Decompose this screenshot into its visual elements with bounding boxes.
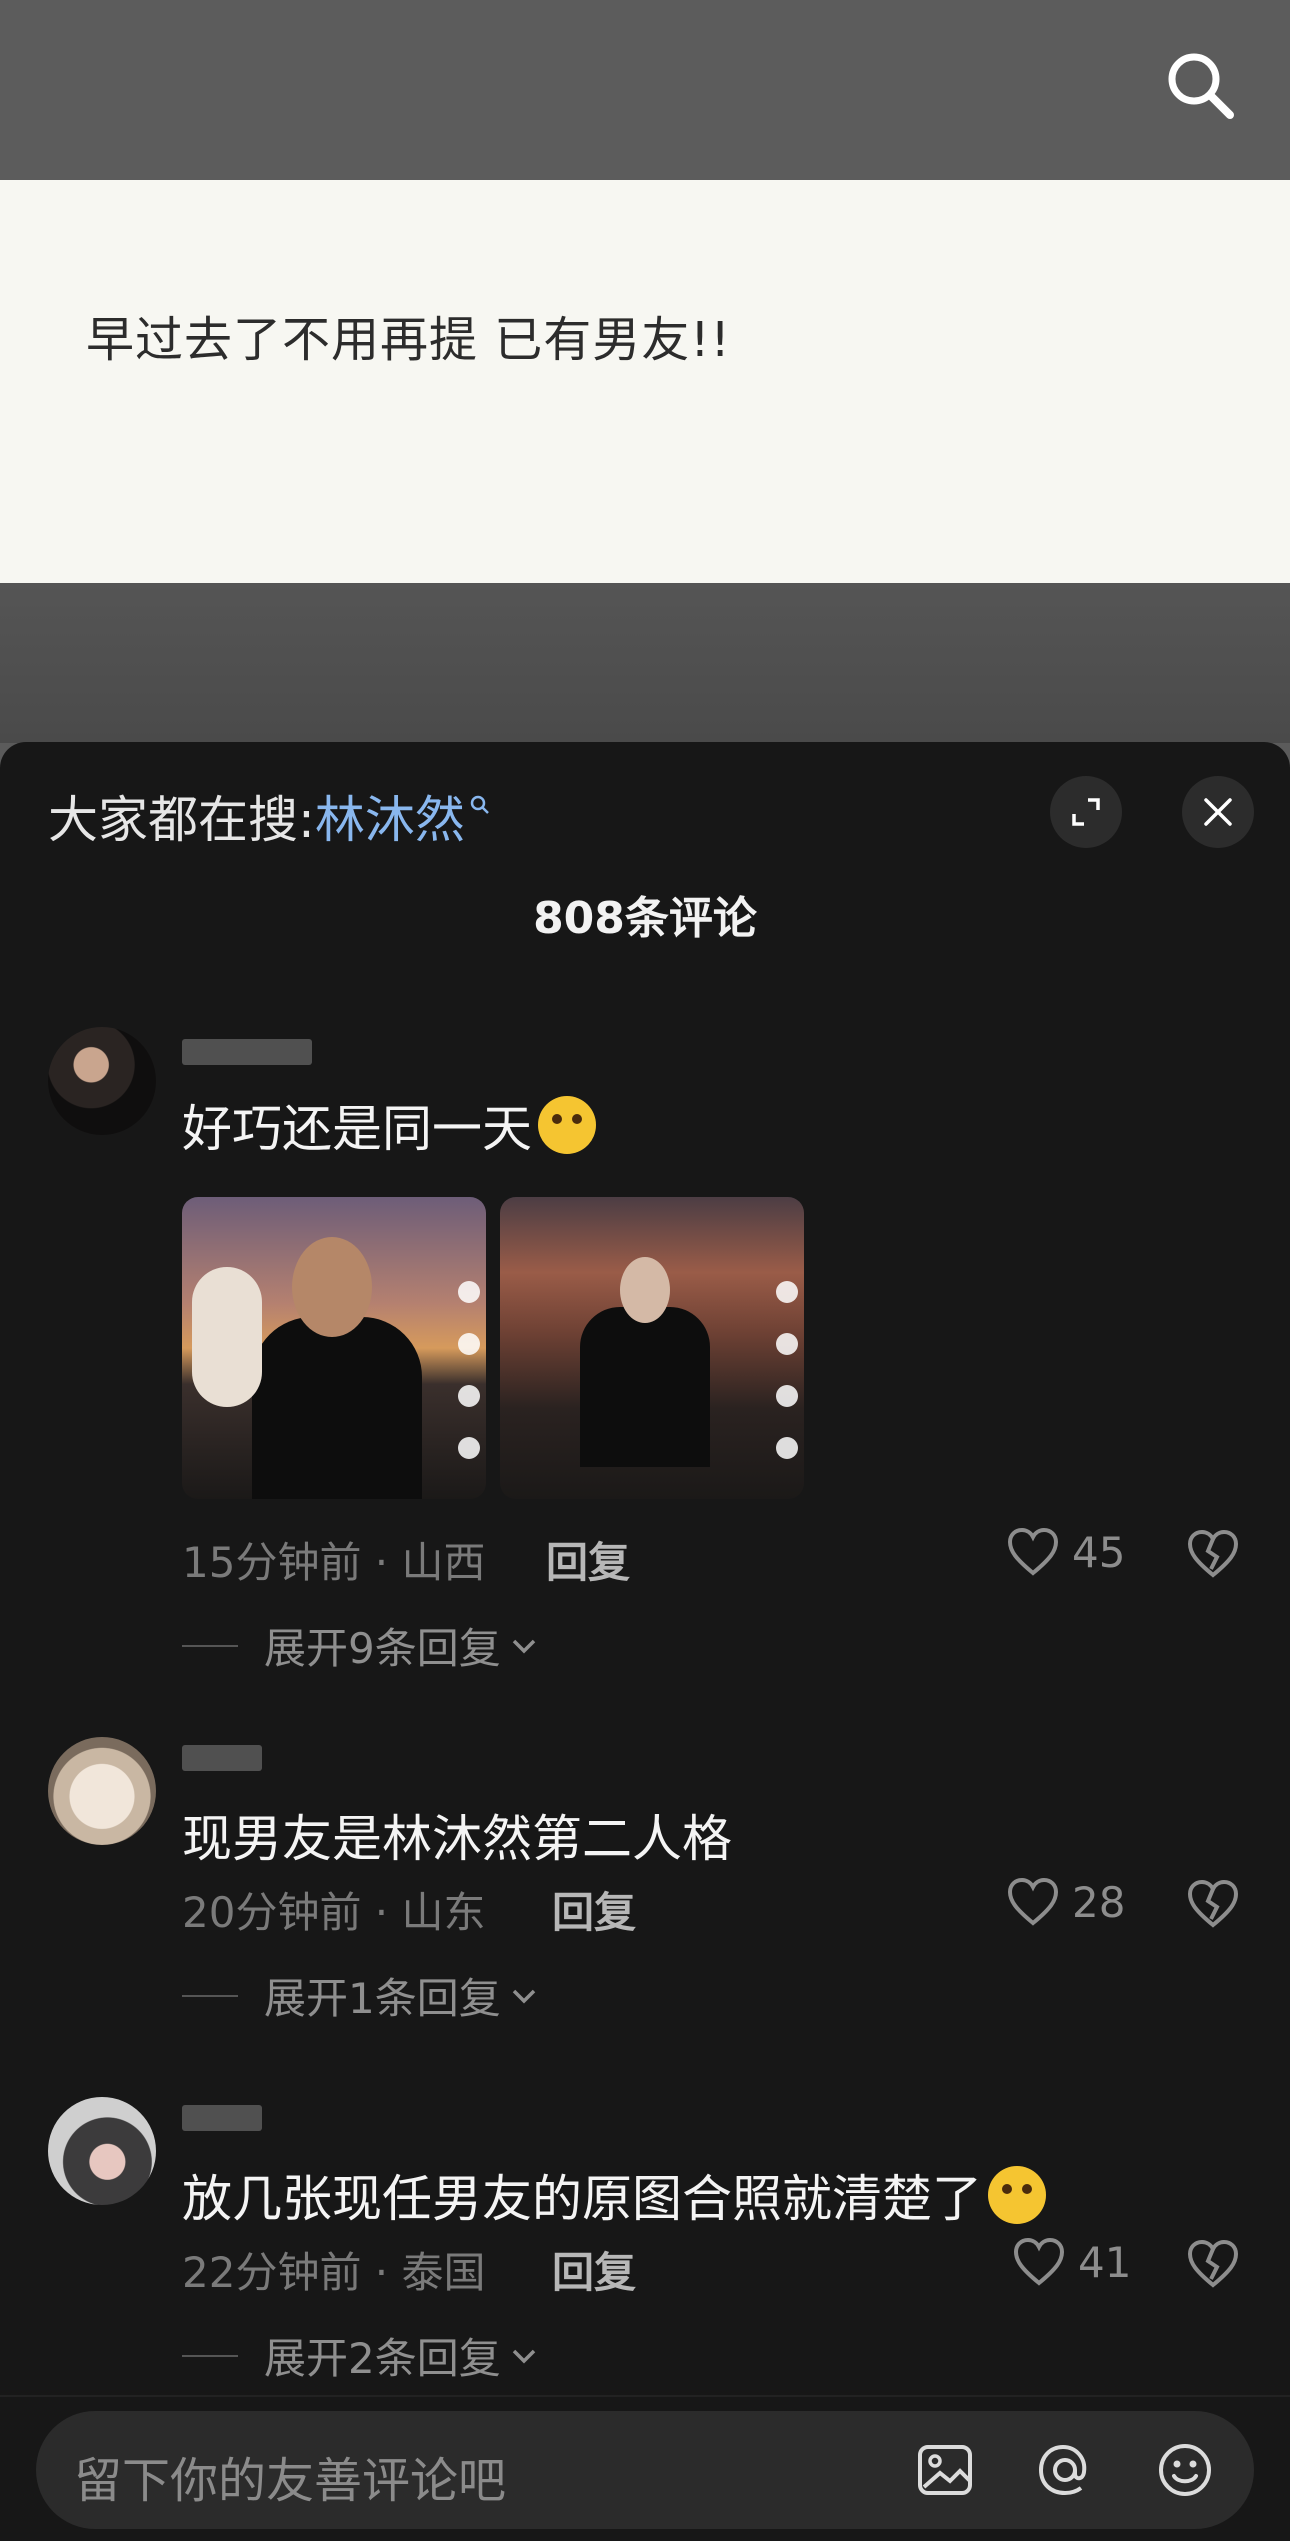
heart-icon <box>1007 1877 1059 1926</box>
expand-replies-button[interactable]: 展开1条回复 <box>182 1965 539 2026</box>
comment-text-content: 放几张现任男友的原图合照就清楚了 <box>182 2170 982 2228</box>
avatar[interactable] <box>48 1027 156 1135</box>
comment-meta: 22分钟前 · 泰国 <box>182 2248 486 2297</box>
expand-replies-button[interactable]: 展开2条回复 <box>182 2325 539 2386</box>
image-icon <box>918 2445 972 2495</box>
comment-meta: 20分钟前 · 山东 <box>182 1888 486 1937</box>
like-button[interactable]: 45 <box>1006 1527 1125 1577</box>
comment-image[interactable] <box>500 1197 804 1499</box>
heart-icon <box>1013 2237 1065 2286</box>
like-button[interactable]: 41 <box>1012 2237 1131 2287</box>
post-text: 早过去了不用再提 已有男友!! <box>86 312 731 368</box>
at-icon <box>1038 2444 1087 2496</box>
heart-icon <box>1007 1527 1059 1576</box>
chevron-down-icon <box>512 1989 535 2003</box>
comment-text-content: 好巧还是同一天 <box>182 1100 532 1158</box>
comment-text: 好巧还是同一天 <box>182 1089 596 1161</box>
avatar[interactable] <box>48 2097 156 2205</box>
avatar[interactable] <box>48 1737 156 1845</box>
broken-heart-icon[interactable] <box>1186 2239 1240 2289</box>
expand-replies-label: 展开9条回复 <box>264 1624 501 1673</box>
video-backdrop <box>0 0 1290 180</box>
reply-button[interactable]: 回复 <box>552 1879 636 1940</box>
comment-input[interactable]: 留下你的友善评论吧 <box>36 2411 1254 2529</box>
reply-button[interactable]: 回复 <box>546 1529 630 1590</box>
chevron-down-icon <box>512 1639 535 1653</box>
emoji-icon <box>1159 2444 1211 2496</box>
comment-text: 现男友是林沐然第二人格 <box>182 1810 732 1868</box>
username-redacted[interactable] <box>182 1745 262 1771</box>
image-button[interactable] <box>910 2435 980 2505</box>
divider-line <box>182 1644 238 1647</box>
comment-image[interactable] <box>182 1197 486 1499</box>
search-icon <box>1168 53 1234 119</box>
divider-line <box>182 2354 238 2357</box>
video-backdrop-lower <box>0 583 1290 743</box>
broken-heart-icon[interactable] <box>1186 1529 1240 1579</box>
mention-button[interactable] <box>1030 2435 1100 2505</box>
hot-search-banner[interactable]: 大家都在搜: 林沐然 <box>48 780 491 852</box>
comment-composer: 留下你的友善评论吧 <box>0 2395 1290 2541</box>
comment-input-placeholder: 留下你的友善评论吧 <box>74 2453 507 2509</box>
hot-search-term[interactable]: 林沐然 <box>315 780 465 852</box>
like-count: 45 <box>1072 1527 1126 1577</box>
username-redacted[interactable] <box>182 1039 312 1065</box>
comment-count: 808条评论 <box>533 893 757 944</box>
reply-button[interactable]: 回复 <box>552 2239 636 2300</box>
like-count: 41 <box>1078 2237 1132 2287</box>
expand-replies-label: 展开1条回复 <box>264 1974 501 2023</box>
divider-line <box>182 1994 238 1997</box>
chevron-down-icon <box>512 2349 535 2363</box>
search-button[interactable] <box>1160 45 1240 125</box>
hot-search-prefix: 大家都在搜: <box>48 791 315 849</box>
post-text-card: 早过去了不用再提 已有男友!! <box>0 180 1290 583</box>
expand-icon <box>1072 798 1100 826</box>
search-small-icon <box>469 794 491 816</box>
smiling-emoji <box>988 2166 1046 2224</box>
username-redacted[interactable] <box>182 2105 262 2131</box>
expand-replies-button[interactable]: 展开9条回复 <box>182 1615 539 1676</box>
close-sheet-button[interactable] <box>1182 776 1254 848</box>
like-button[interactable]: 28 <box>1006 1877 1125 1927</box>
expand-replies-label: 展开2条回复 <box>264 2334 501 2383</box>
close-icon <box>1204 798 1232 826</box>
like-count: 28 <box>1072 1877 1126 1927</box>
emoji-button[interactable] <box>1150 2435 1220 2505</box>
comment-meta: 15分钟前 · 山西 <box>182 1538 486 1587</box>
broken-heart-icon[interactable] <box>1186 1879 1240 1929</box>
comment-image-grid <box>182 1197 804 1499</box>
expand-sheet-button[interactable] <box>1050 776 1122 848</box>
comment-text: 放几张现任男友的原图合照就清楚了 <box>182 2159 1046 2231</box>
comments-sheet: 大家都在搜: 林沐然 808条评论 好巧还是同一天 15分钟前 · 山西 回复 … <box>0 742 1290 2541</box>
crying-face-emoji <box>538 1096 596 1154</box>
